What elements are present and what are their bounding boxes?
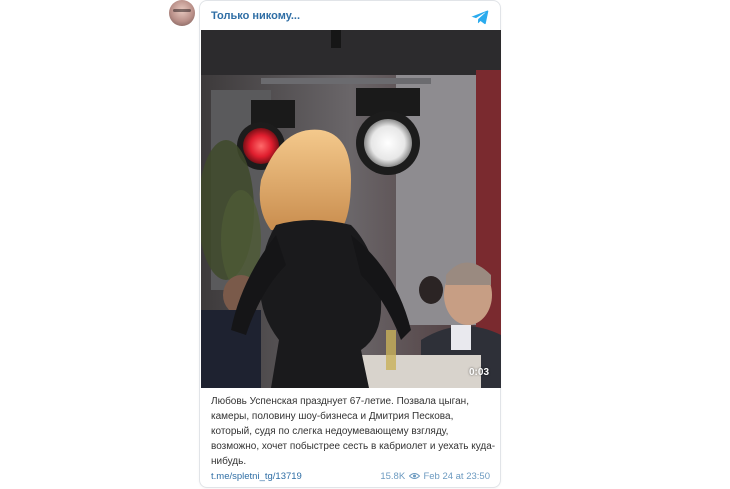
video-frame	[201, 30, 501, 388]
channel-avatar[interactable]	[169, 0, 195, 26]
channel-name-link[interactable]: Только никому...	[211, 10, 300, 22]
post-header: Только никому...	[200, 1, 500, 31]
telegram-icon[interactable]	[470, 7, 490, 27]
video-duration: 0:03	[468, 367, 489, 378]
post-date[interactable]: Feb 24 at 23:50	[423, 471, 490, 482]
post-text: Любовь Успенская празднует 67-летие. Поз…	[211, 396, 496, 467]
post-link[interactable]: t.me/spletni_tg/13719	[211, 471, 302, 482]
video-preview[interactable]: 0:03	[201, 30, 501, 388]
post-card: Только никому... 0:03 Любовь Успенская п…	[199, 0, 501, 488]
view-count: 15.8K	[380, 471, 406, 482]
post-meta: 15.8K Feb 24 at 23:50	[380, 471, 490, 482]
eye-icon	[408, 473, 420, 479]
